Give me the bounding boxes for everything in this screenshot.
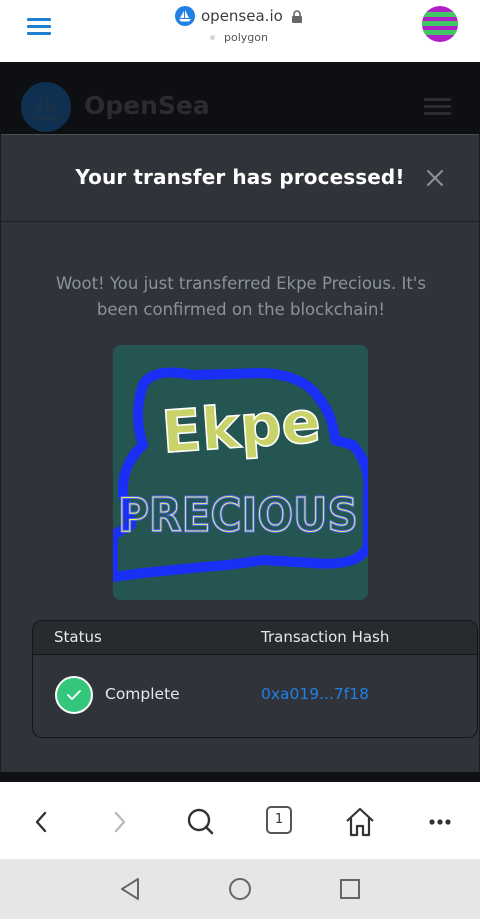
url-text: opensea.io (201, 7, 283, 25)
page-footer-strip (0, 772, 480, 782)
address-bar[interactable]: opensea.io (175, 5, 303, 27)
page-content: OpenSea Your transfer has processed! Woo… (0, 62, 480, 782)
network-indicator: polygon (210, 31, 268, 44)
nft-word-1: Ekpe (159, 388, 322, 467)
lock-icon (291, 9, 303, 23)
nav-home-icon[interactable] (220, 869, 260, 909)
modal-header: Your transfer has processed! (1, 135, 479, 222)
back-icon[interactable] (21, 802, 61, 842)
site-brand: OpenSea (84, 91, 210, 120)
table-header: Status Transaction Hash (33, 621, 477, 655)
avatar[interactable] (422, 6, 458, 42)
network-dot (210, 35, 215, 40)
system-nav-bar (0, 859, 480, 919)
site-header: OpenSea (0, 62, 480, 135)
modal-title: Your transfer has processed! (75, 165, 405, 189)
more-icon[interactable] (420, 802, 460, 842)
column-header-status: Status (54, 628, 102, 646)
transaction-hash-link[interactable]: 0xa019...7f18 (261, 685, 369, 703)
transfer-modal: Your transfer has processed! Woot! You j… (1, 134, 479, 772)
network-label: polygon (224, 31, 268, 44)
tabs-icon[interactable]: 1 (266, 806, 292, 834)
modal-message: Woot! You just transferred Ekpe Precious… (56, 274, 426, 319)
check-icon (55, 676, 93, 714)
forward-icon[interactable] (100, 802, 140, 842)
opensea-icon (175, 6, 195, 26)
column-header-hash: Transaction Hash (261, 628, 390, 646)
browser-bottom-toolbar: 1 (0, 782, 480, 859)
nft-image: Ekpe PRECIOUS PRECIOUS (113, 345, 368, 600)
status-value: Complete (105, 685, 180, 703)
home-icon[interactable] (340, 802, 380, 842)
search-icon[interactable] (180, 802, 220, 842)
nav-back-icon[interactable] (110, 869, 150, 909)
close-icon[interactable] (426, 169, 444, 187)
nav-recents-icon[interactable] (330, 869, 370, 909)
site-menu-icon[interactable] (424, 98, 451, 116)
transaction-table: Status Transaction Hash Complete 0xa019.… (32, 620, 478, 738)
nft-word-2-highlight: PRECIOUS (118, 488, 358, 542)
browser-top-bar: opensea.io polygon (0, 0, 480, 62)
hamburger-icon[interactable] (27, 18, 51, 36)
opensea-logo-icon (21, 82, 71, 132)
